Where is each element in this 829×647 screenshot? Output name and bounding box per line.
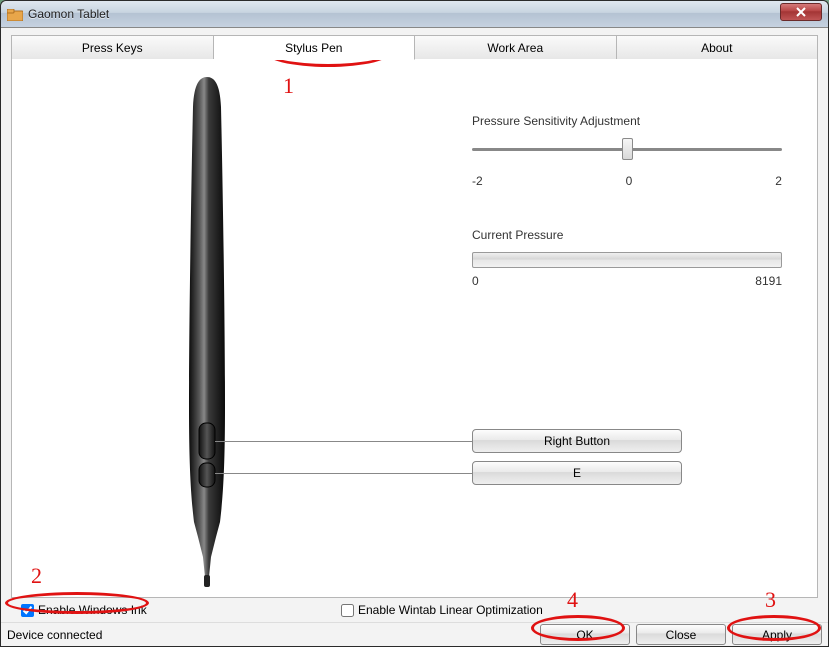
close-window-button[interactable] [780,3,822,21]
stylus-illustration [172,77,242,587]
current-pressure-label: Current Pressure [472,228,782,242]
slider-max-label: 2 [775,174,782,188]
pressure-max-label: 8191 [755,274,782,288]
pen-upper-button-map[interactable]: Right Button [472,429,682,453]
pressure-slider[interactable] [472,138,782,168]
close-icon [796,7,806,17]
slider-mid-label: 0 [626,174,633,188]
content-area: Press Keys Stylus Pen Work Area About [1,28,828,622]
tab-stylus-pen[interactable]: Stylus Pen [214,35,416,60]
pressure-sensitivity-label: Pressure Sensitivity Adjustment [472,114,782,128]
pressure-min-label: 0 [472,274,479,288]
apply-button[interactable]: Apply [732,624,822,645]
current-pressure-bar [472,252,782,268]
main-window: Gaomon Tablet Press Keys Stylus Pen Work… [0,0,829,647]
enable-wintab-checkbox[interactable] [341,604,354,617]
enable-windows-ink-option[interactable]: Enable Windows Ink [21,603,147,617]
right-column: Pressure Sensitivity Adjustment -2 0 2 C… [472,114,782,288]
tab-work-area[interactable]: Work Area [415,35,617,60]
slider-thumb[interactable] [622,138,633,160]
tab-about[interactable]: About [617,35,819,60]
tab-press-keys[interactable]: Press Keys [11,35,214,60]
enable-wintab-label: Enable Wintab Linear Optimization [358,603,543,617]
lead-line-upper [215,441,473,442]
slider-min-label: -2 [472,174,483,188]
window-title: Gaomon Tablet [28,7,109,21]
lead-line-lower [215,473,473,474]
titlebar[interactable]: Gaomon Tablet [1,1,828,28]
dialog-buttons: OK Close Apply [540,624,822,645]
enable-windows-ink-label: Enable Windows Ink [38,603,147,617]
pen-lower-button-map[interactable]: E [472,461,682,485]
tab-bar: Press Keys Stylus Pen Work Area About [11,35,818,60]
status-text: Device connected [7,628,102,642]
close-button[interactable]: Close [636,624,726,645]
stylus-panel: Right Button E Pressure Sensitivity Adju… [11,59,818,598]
ok-button[interactable]: OK [540,624,630,645]
options-row: Enable Windows Ink Enable Wintab Linear … [11,598,818,622]
status-bar: Device connected OK Close Apply [1,622,828,646]
app-icon [7,8,23,20]
enable-windows-ink-checkbox[interactable] [21,604,34,617]
enable-wintab-option[interactable]: Enable Wintab Linear Optimization [341,603,543,617]
